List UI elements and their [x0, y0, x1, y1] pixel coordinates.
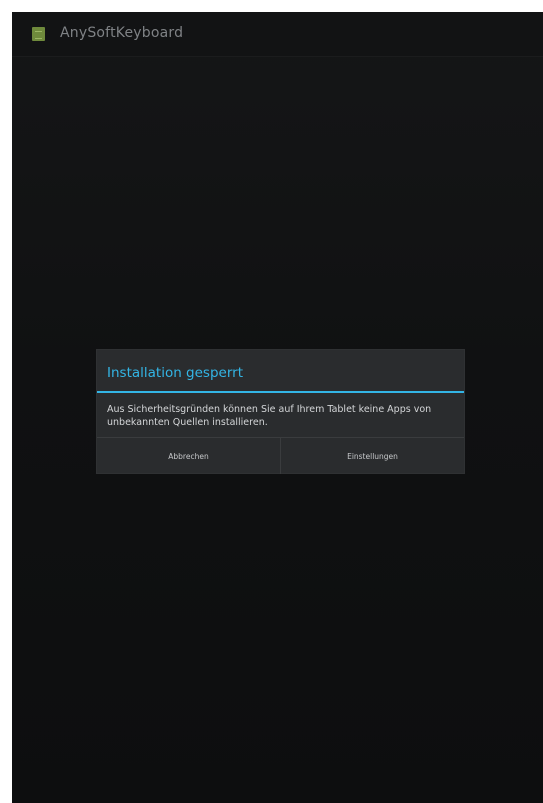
cancel-button[interactable]: Abbrechen	[97, 438, 281, 474]
dialog-message: Aus Sicherheitsgründen können Sie auf Ih…	[107, 404, 432, 428]
keyboard-app-icon	[32, 27, 45, 41]
install-blocked-dialog: Installation gesperrt Aus Sicherheitsgrü…	[96, 349, 465, 474]
dialog-button-bar: Abbrechen Einstellungen	[97, 437, 464, 474]
settings-button[interactable]: Einstellungen	[281, 438, 464, 474]
dialog-divider	[97, 391, 464, 393]
screen: AnySoftKeyboard Installation gesperrt Au…	[12, 12, 543, 803]
dialog-title: Installation gesperrt	[107, 365, 244, 381]
app-title: AnySoftKeyboard	[60, 25, 184, 41]
action-bar: AnySoftKeyboard	[12, 12, 543, 57]
